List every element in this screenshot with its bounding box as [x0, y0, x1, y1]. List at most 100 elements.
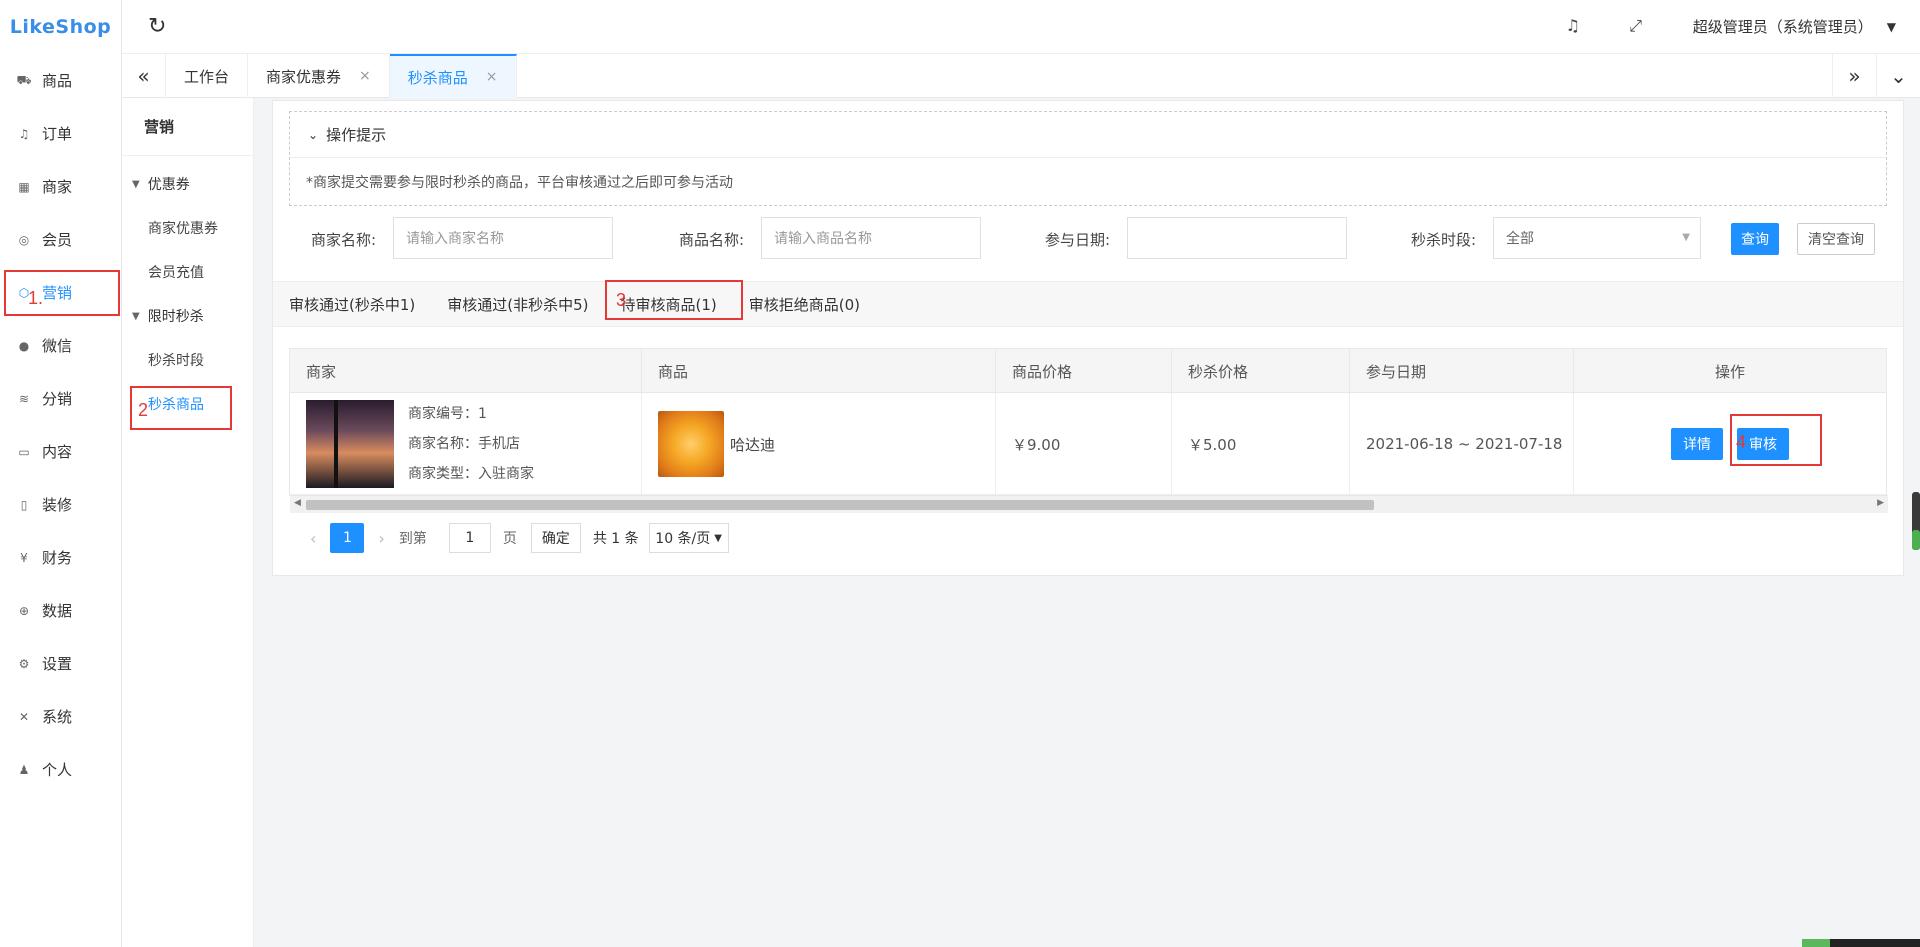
merchant-name: 商家名称：手机店	[408, 436, 520, 452]
mobile-icon: ▯	[20, 497, 28, 512]
page-tabs: 工作台 商家优惠券 × 秒杀商品 ×	[166, 54, 517, 98]
horizontal-scrollbar[interactable]: ◀ ▶	[290, 495, 1888, 513]
merchant-type: 商家类型：入驻商家	[408, 466, 534, 482]
caret-down-icon: ▼	[132, 310, 140, 322]
submenu-item-member-recharge[interactable]: 会员充值	[122, 250, 253, 294]
nav-label: 微信	[42, 337, 73, 355]
goods-name-label: 商品名称:	[679, 231, 745, 249]
scroll-left-arrow-icon[interactable]: ◀	[294, 498, 301, 508]
group-label: 限时秒杀	[147, 309, 204, 325]
collapse-left-icon[interactable]: «	[122, 54, 166, 98]
seckill-slot-select[interactable]: 全部 ▼	[1493, 217, 1701, 259]
tab-approved-active[interactable]: 审核通过(秒杀中1)	[273, 281, 431, 327]
tab-label: 商家优惠券	[266, 67, 342, 86]
date-input[interactable]	[1127, 217, 1347, 259]
page-unit: 页	[502, 531, 517, 547]
nav-item-system[interactable]: ✕ 系统	[0, 690, 121, 743]
nav-label: 内容	[42, 443, 73, 461]
seckill-goods-table: 商家 商品 商品价格 秒杀价格 参与日期 操作 商家编号：1 商家名称：手机店 …	[289, 348, 1888, 553]
pagination: ‹ 1 › 到第 1 页 确定 共 1 条 10 条/页 ▼	[290, 513, 1888, 563]
merchant-no: 商家编号：1	[408, 406, 487, 422]
yen-icon: ¥	[20, 550, 28, 565]
scrollbar-thumb[interactable]	[306, 500, 1374, 510]
nav-label: 订单	[42, 125, 73, 143]
caret-down-icon: ▼	[714, 532, 722, 544]
nav-label: 数据	[42, 602, 73, 620]
col-date: 参与日期	[1350, 349, 1574, 393]
nav-item-goods[interactable]: ⛟ 商品	[0, 54, 121, 107]
cell-price: ￥9.00	[996, 393, 1172, 495]
page-current[interactable]: 1	[330, 523, 365, 553]
tab-rejected[interactable]: 审核拒绝商品(0)	[733, 281, 876, 327]
col-goods: 商品	[642, 349, 996, 393]
chevron-down-icon: ⌄	[308, 127, 319, 142]
nav-item-wechat[interactable]: ● 微信	[0, 319, 121, 372]
chevron-down-icon[interactable]: ⌄	[1876, 54, 1920, 98]
book-icon: ▭	[18, 444, 30, 459]
nav-item-personal[interactable]: ♟ 个人	[0, 743, 121, 796]
detail-button[interactable]: 详情	[1671, 428, 1723, 460]
cell-merchant: 商家编号：1 商家名称：手机店 商家类型：入驻商家	[290, 393, 642, 495]
submenu-group-seckill[interactable]: ▼ 限时秒杀	[122, 294, 253, 338]
user-menu[interactable]: 超级管理员（系统管理员） ▼	[1693, 16, 1896, 37]
gear-icon: ⚙	[18, 656, 30, 671]
submenu-item-seckill-slot[interactable]: 秒杀时段	[122, 338, 253, 382]
nav-label: 个人	[42, 761, 73, 779]
nav-item-finance[interactable]: ¥ 财务	[0, 531, 121, 584]
submenu-group-coupons[interactable]: ▼ 优惠券	[122, 162, 253, 206]
tab-workbench[interactable]: 工作台	[166, 54, 249, 98]
total-count: 共 1 条	[592, 531, 639, 547]
bell-icon: ♫	[18, 126, 30, 141]
goto-label: 到第	[398, 531, 427, 547]
main-sidebar: LikeShop ⛟ 商品 ♫ 订单 ▦ 商家 ◎ 会员 ⬡ 营销 ● 微信 ≋…	[0, 0, 122, 947]
tab-seckill-goods[interactable]: 秒杀商品 ×	[389, 54, 517, 98]
close-icon[interactable]: ×	[486, 69, 498, 85]
query-button[interactable]: 查询	[1731, 223, 1779, 255]
col-merchant: 商家	[290, 349, 642, 393]
nav-item-content[interactable]: ▭ 内容	[0, 425, 121, 478]
nav-item-members[interactable]: ◎ 会员	[0, 213, 121, 266]
nav-item-merchants[interactable]: ▦ 商家	[0, 160, 121, 213]
filter-bar: 商家名称: 请输入商家名称 商品名称: 请输入商品名称 参与日期: 秒杀时段: …	[273, 217, 1903, 261]
hint-toggle[interactable]: ⌄ 操作提示	[290, 112, 1886, 158]
operation-hint: ⌄ 操作提示 *商家提交需要参与限时秒杀的商品，平台审核通过之后即可参与活动	[289, 111, 1887, 206]
notification-bell-icon[interactable]: ♫	[1566, 16, 1580, 35]
nav-item-distribution[interactable]: ≋ 分销	[0, 372, 121, 425]
submenu-item-merchant-coupon[interactable]: 商家优惠券	[122, 206, 253, 250]
caret-down-icon: ▼	[132, 178, 140, 190]
scroll-right-icon[interactable]: »	[1832, 54, 1876, 98]
nav-item-decoration[interactable]: ▯ 装修	[0, 478, 121, 531]
reset-query-button[interactable]: 清空查询	[1797, 223, 1875, 255]
col-price: 商品价格	[996, 349, 1172, 393]
fullscreen-icon[interactable]: ⤢	[1629, 16, 1642, 36]
merchant-info: 商家编号：1 商家名称：手机店 商家类型：入驻商家	[408, 399, 534, 489]
next-page-icon[interactable]: ›	[364, 529, 398, 548]
goods-name-input[interactable]: 请输入商品名称	[761, 217, 981, 259]
nav-item-settings[interactable]: ⚙ 设置	[0, 637, 121, 690]
nav-item-orders[interactable]: ♫ 订单	[0, 107, 121, 160]
app-logo[interactable]: LikeShop	[0, 0, 121, 54]
nav-label: 系统	[42, 708, 73, 726]
close-icon[interactable]: ×	[359, 68, 371, 84]
goto-confirm-button[interactable]: 确定	[530, 523, 581, 553]
table-header: 商家 商品 商品价格 秒杀价格 参与日期 操作	[290, 349, 1886, 393]
nav-label: 商家	[42, 178, 73, 196]
refresh-icon[interactable]: ↻	[148, 14, 166, 39]
goto-page-input[interactable]: 1	[448, 523, 491, 553]
merchant-name-input[interactable]: 请输入商家名称	[393, 217, 613, 259]
page-tabs-bar: « 工作台 商家优惠券 × 秒杀商品 × » ⌄	[122, 54, 1920, 98]
nav-item-data[interactable]: ⊕ 数据	[0, 584, 121, 637]
cell-goods: 哈达迪	[642, 393, 996, 495]
tab-label: 秒杀商品	[407, 68, 468, 87]
tab-approved-inactive[interactable]: 审核通过(非秒杀中5)	[431, 281, 604, 327]
scrollbar-indicator	[1912, 530, 1920, 550]
nav-label: 设置	[42, 655, 73, 673]
scroll-right-arrow-icon[interactable]: ▶	[1877, 498, 1884, 508]
merchant-name-label: 商家名称:	[311, 231, 377, 249]
annotation-box-1	[4, 270, 120, 316]
page-size-select[interactable]: 10 条/页 ▼	[648, 523, 729, 553]
hint-title: 操作提示	[326, 126, 387, 144]
tab-merchant-coupon[interactable]: 商家优惠券 ×	[248, 54, 390, 98]
prev-page-icon[interactable]: ‹	[304, 529, 330, 548]
col-seckill-price: 秒杀价格	[1172, 349, 1350, 393]
